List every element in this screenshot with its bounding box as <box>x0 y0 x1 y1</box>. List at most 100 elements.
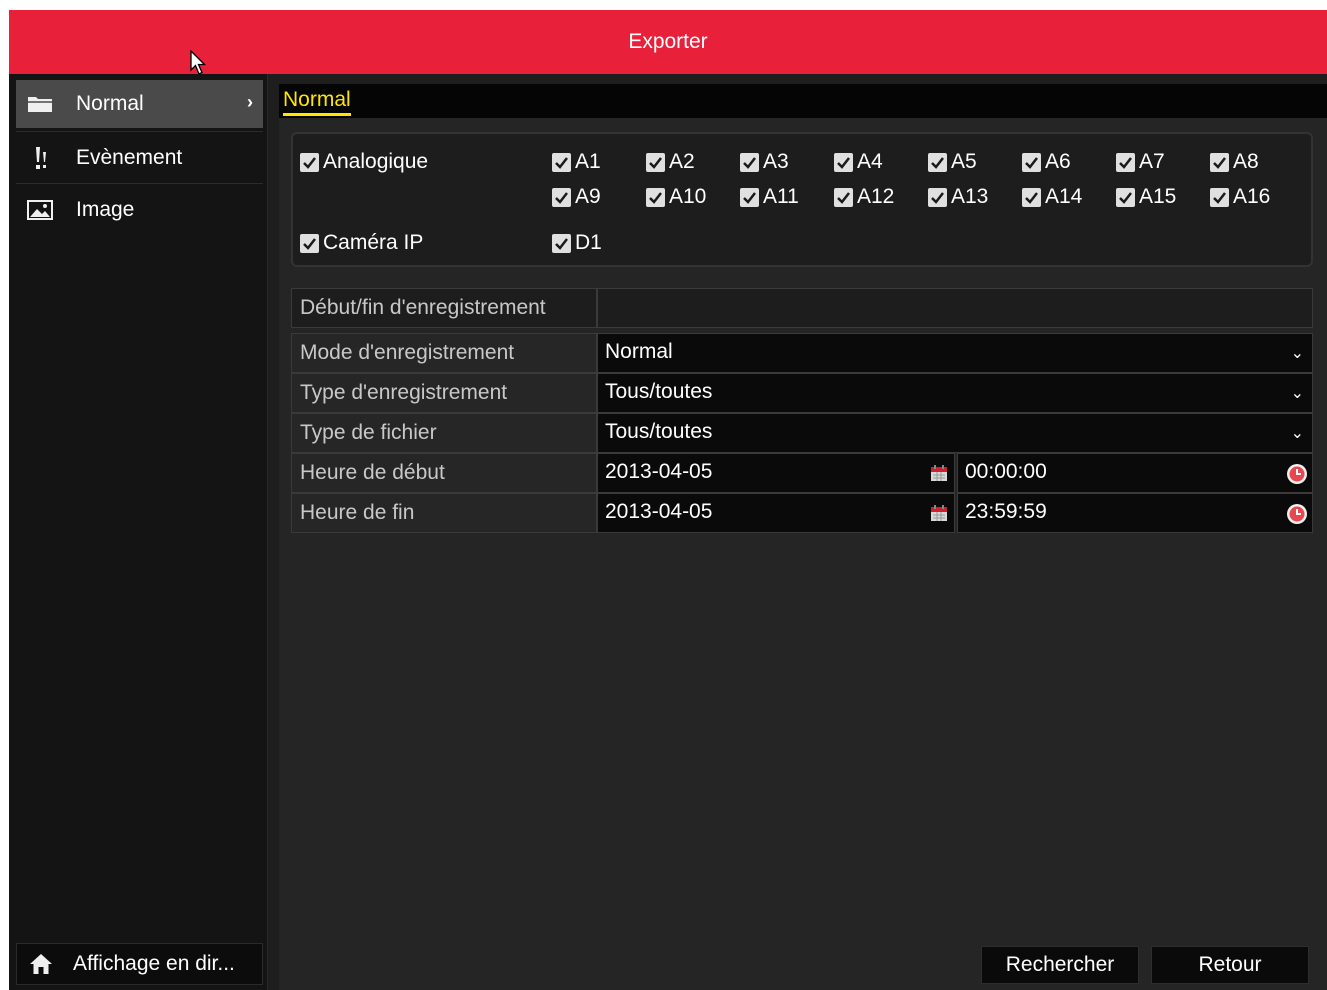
channel-label: A2 <box>669 150 695 173</box>
channel-selection-panel: Analogique Caméra IP A1 A2 A3 A4 A5 A6 A… <box>291 132 1313 267</box>
file-type-row: Type de fichier Tous/toutes ⌄ <box>291 413 1313 453</box>
end-date-field[interactable]: 2013-04-05 <box>597 493 955 533</box>
channel-label: A14 <box>1045 185 1083 208</box>
channel-checkbox-a10[interactable]: A10 <box>646 185 706 209</box>
checkbox-checked-icon <box>834 152 853 172</box>
channel-label: A15 <box>1139 185 1177 208</box>
channel-checkbox-a7[interactable]: A7 <box>1116 150 1165 174</box>
channel-label: A1 <box>575 150 601 173</box>
checkbox-checked-icon <box>300 233 319 253</box>
ip-camera-label: Caméra IP <box>323 231 424 254</box>
channel-label: A16 <box>1233 185 1271 208</box>
record-span-field <box>597 288 1313 328</box>
record-mode-row: Mode d'enregistrement Normal ⌄ <box>291 333 1313 373</box>
file-type-label: Type de fichier <box>291 413 597 453</box>
channel-label: A7 <box>1139 150 1165 173</box>
calendar-icon[interactable] <box>930 464 948 482</box>
checkbox-checked-icon <box>928 152 947 172</box>
end-time-label: Heure de fin <box>291 493 597 533</box>
mouse-cursor-icon <box>190 50 207 75</box>
tab-bar: Normal <box>279 84 1327 118</box>
ip-camera-select-all-checkbox[interactable]: Caméra IP <box>300 231 423 255</box>
end-time-field[interactable]: 23:59:59 <box>957 493 1313 533</box>
channel-checkbox-a9[interactable]: A9 <box>552 185 601 209</box>
checkbox-checked-icon <box>1022 152 1041 172</box>
sidebar-divider <box>16 131 263 132</box>
channel-checkbox-a13[interactable]: A13 <box>928 185 988 209</box>
checkbox-checked-icon <box>1210 152 1229 172</box>
checkbox-checked-icon <box>552 233 571 253</box>
checkbox-checked-icon <box>1116 152 1135 172</box>
home-icon <box>29 953 55 975</box>
channel-checkbox-a4[interactable]: A4 <box>834 150 883 174</box>
checkbox-checked-icon <box>1210 187 1229 207</box>
clock-icon[interactable] <box>1286 463 1308 485</box>
file-type-value: Tous/toutes <box>605 420 713 443</box>
start-time-value: 00:00:00 <box>965 460 1047 483</box>
channel-checkbox-a6[interactable]: A6 <box>1022 150 1071 174</box>
start-date-value: 2013-04-05 <box>605 460 713 483</box>
sidebar-item-label: Normal <box>76 92 144 115</box>
sidebar-item-evenement[interactable]: Evènement <box>16 134 263 182</box>
record-mode-dropdown[interactable]: Normal ⌄ <box>597 333 1313 373</box>
chevron-down-icon: ⌄ <box>1290 345 1304 362</box>
channel-checkbox-a3[interactable]: A3 <box>740 150 789 174</box>
sidebar-item-label: Evènement <box>76 146 183 169</box>
exclamation-icon <box>26 147 54 169</box>
chevron-right-icon: › <box>247 92 253 112</box>
channel-checkbox-d1[interactable]: D1 <box>552 231 602 255</box>
checkbox-checked-icon <box>740 152 759 172</box>
main-content: Normal Analogique Caméra IP A1 A2 A3 A4 … <box>279 84 1327 990</box>
channel-label: A3 <box>763 150 789 173</box>
channel-checkbox-a1[interactable]: A1 <box>552 150 601 174</box>
channel-checkbox-a12[interactable]: A12 <box>834 185 894 209</box>
start-time-field[interactable]: 00:00:00 <box>957 453 1313 493</box>
start-date-field[interactable]: 2013-04-05 <box>597 453 955 493</box>
channel-label: A13 <box>951 185 989 208</box>
title-bar: Exporter <box>9 10 1327 75</box>
channel-checkbox-a5[interactable]: A5 <box>928 150 977 174</box>
checkbox-checked-icon <box>1022 187 1041 207</box>
clock-icon[interactable] <box>1286 503 1308 525</box>
record-type-dropdown[interactable]: Tous/toutes ⌄ <box>597 373 1313 413</box>
record-mode-value: Normal <box>605 340 673 363</box>
channel-checkbox-a15[interactable]: A15 <box>1116 185 1176 209</box>
channel-checkbox-a16[interactable]: A16 <box>1210 185 1270 209</box>
checkbox-checked-icon <box>834 187 853 207</box>
analog-select-all-checkbox[interactable]: Analogique <box>300 150 428 174</box>
channel-checkbox-a14[interactable]: A14 <box>1022 185 1082 209</box>
end-time-row: Heure de fin 2013-04-05 23:59:59 <box>291 493 1313 533</box>
channel-label: A11 <box>763 185 799 208</box>
sidebar-item-image[interactable]: Image <box>16 186 263 234</box>
search-button[interactable]: Rechercher <box>981 946 1139 984</box>
record-type-label: Type d'enregistrement <box>291 373 597 413</box>
channel-checkbox-a2[interactable]: A2 <box>646 150 695 174</box>
channel-label: A5 <box>951 150 977 173</box>
chevron-down-icon: ⌄ <box>1290 385 1304 402</box>
live-view-button[interactable]: Affichage en dir... <box>16 943 263 985</box>
channel-checkbox-a8[interactable]: A8 <box>1210 150 1259 174</box>
end-date-value: 2013-04-05 <box>605 500 713 523</box>
chevron-down-icon: ⌄ <box>1290 425 1304 442</box>
channel-checkbox-a11[interactable]: A11 <box>740 185 799 209</box>
export-window: Exporter Normal › Evènement Image Affich… <box>9 10 1327 990</box>
live-view-label: Affichage en dir... <box>73 952 235 975</box>
record-type-row: Type d'enregistrement Tous/toutes ⌄ <box>291 373 1313 413</box>
picture-icon <box>26 199 54 221</box>
calendar-icon[interactable] <box>930 504 948 522</box>
back-button[interactable]: Retour <box>1151 946 1309 984</box>
record-type-value: Tous/toutes <box>605 380 713 403</box>
sidebar-item-normal[interactable]: Normal › <box>16 80 263 128</box>
channel-label: A6 <box>1045 150 1071 173</box>
tab-normal[interactable]: Normal <box>283 88 351 116</box>
folder-icon <box>26 93 54 115</box>
checkbox-checked-icon <box>1116 187 1135 207</box>
start-time-row: Heure de début 2013-04-05 00:00:00 <box>291 453 1313 493</box>
sidebar-divider <box>16 183 263 184</box>
channel-label: A10 <box>669 185 707 208</box>
file-type-dropdown[interactable]: Tous/toutes ⌄ <box>597 413 1313 453</box>
record-mode-label: Mode d'enregistrement <box>291 333 597 373</box>
checkbox-checked-icon <box>300 152 319 172</box>
checkbox-checked-icon <box>646 187 665 207</box>
end-time-value: 23:59:59 <box>965 500 1047 523</box>
